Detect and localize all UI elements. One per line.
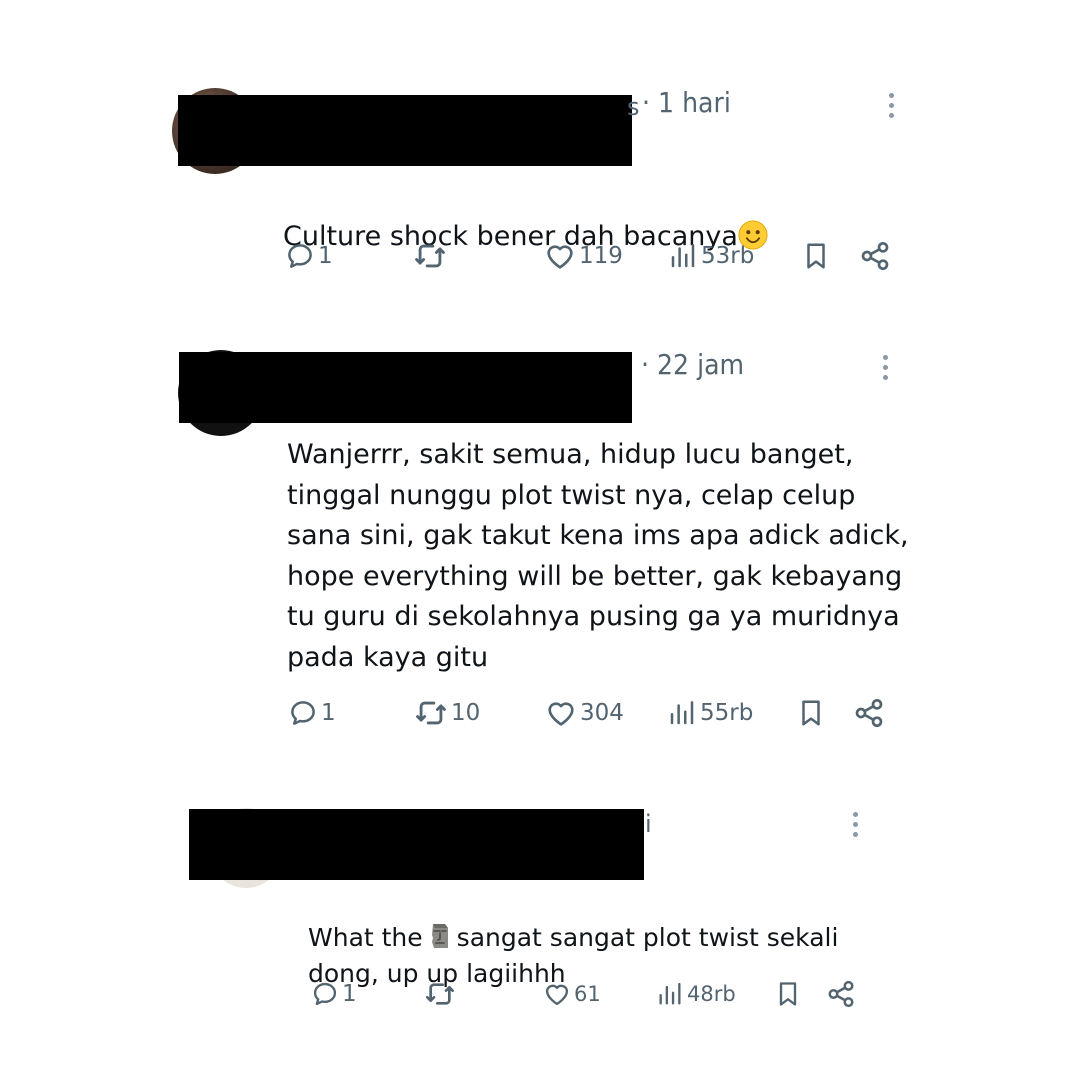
bookmark-icon bbox=[774, 980, 802, 1008]
retweet-icon bbox=[424, 978, 456, 1010]
views-icon bbox=[656, 980, 684, 1008]
like-count: 61 bbox=[574, 982, 601, 1006]
redaction-block bbox=[189, 809, 644, 880]
action-bar: 1 61 48rb bbox=[0, 974, 1080, 1014]
more-icon[interactable] bbox=[851, 812, 859, 837]
reply-icon bbox=[311, 980, 339, 1008]
like-button[interactable]: 61 bbox=[543, 974, 601, 1014]
bookmark-button[interactable] bbox=[774, 974, 802, 1014]
moai-emoji bbox=[431, 924, 448, 948]
reply-count: 1 bbox=[342, 981, 357, 1007]
views-count: 48rb bbox=[687, 982, 736, 1006]
share-icon bbox=[826, 979, 856, 1009]
tweet-text-start: What the bbox=[308, 923, 423, 952]
username-fragment: i bbox=[645, 810, 652, 838]
tweet-3[interactable]: i What the sangat sangat plot twist sekal… bbox=[0, 0, 1080, 1040]
views-button[interactable]: 48rb bbox=[656, 974, 736, 1014]
retweet-button[interactable] bbox=[424, 974, 459, 1014]
share-button[interactable] bbox=[826, 974, 856, 1014]
like-icon bbox=[543, 980, 571, 1008]
reply-button[interactable]: 1 bbox=[311, 974, 357, 1014]
